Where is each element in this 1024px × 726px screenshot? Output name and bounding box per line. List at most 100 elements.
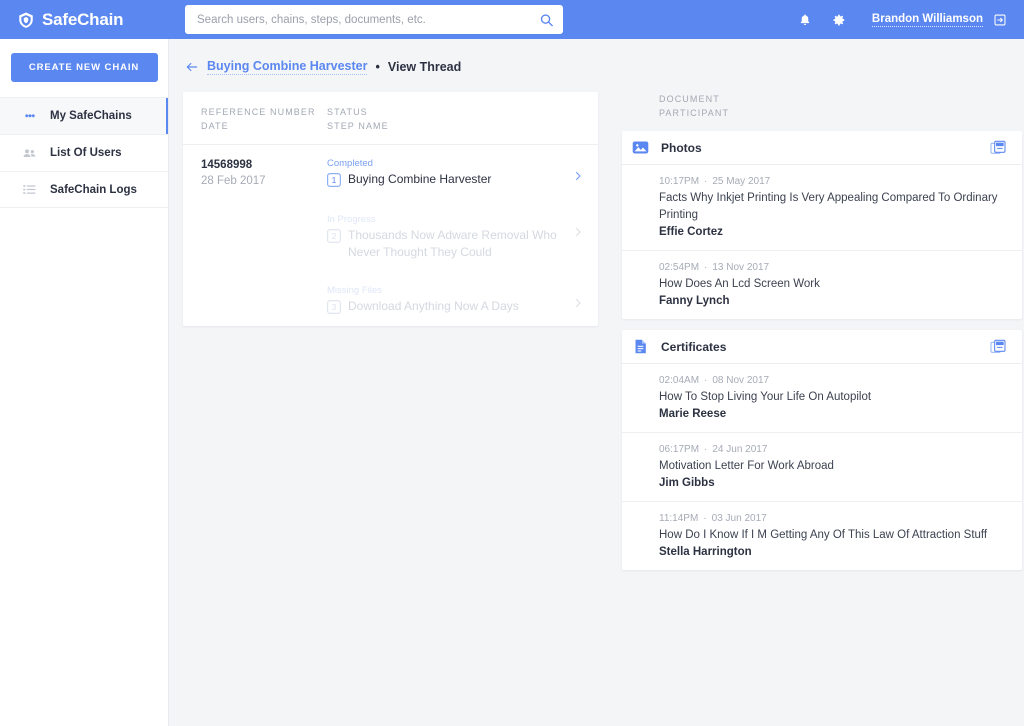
search-icon[interactable] xyxy=(539,12,554,27)
collapse-icon[interactable] xyxy=(990,339,1006,355)
photo-icon xyxy=(632,139,649,156)
status-badge: Missing Files xyxy=(327,285,382,296)
group-header[interactable]: Photos xyxy=(622,131,1022,165)
user-menu[interactable]: Brandon Williamson xyxy=(871,12,1007,27)
list-item[interactable]: 06:17PM · 24 Jun 2017 Motivation Letter Fo… xyxy=(622,433,1022,502)
list-icon xyxy=(22,182,37,197)
user-name[interactable]: Brandon Williamson xyxy=(871,13,983,27)
document-meta: 11:14PM · 03 Jun 2017 xyxy=(659,511,1006,527)
step-number-icon: 1 xyxy=(327,173,342,188)
status-badge: In Progress xyxy=(327,214,376,225)
table-row[interactable]: 14568998 28 Feb 2017 Completed 1 Buying … xyxy=(183,145,598,201)
create-new-chain-button[interactable]: CREATE NEW CHAIN xyxy=(10,53,158,82)
meta-separator: · xyxy=(704,262,708,273)
document-group-certificates: Certificates 02:04AM · 08 Nov 2017 How To … xyxy=(622,330,1022,570)
sidebar-item-list-of-users[interactable]: List Of Users xyxy=(0,134,168,171)
document-participant: Marie Reese xyxy=(659,408,727,420)
table-row[interactable]: In Progress 2 Thousands Now Adware Remov… xyxy=(183,201,598,272)
breadcrumb-link[interactable]: Buying Combine Harvester xyxy=(207,59,368,75)
group-title: Certificates xyxy=(661,339,727,354)
step-status-block: In Progress 2 Thousands Now Adware Remov… xyxy=(327,212,572,261)
chevron-right-icon[interactable] xyxy=(572,212,584,238)
column-header-participant: PARTICIPANT xyxy=(659,108,730,118)
svg-text:1: 1 xyxy=(332,175,337,185)
document-date: 03 Jun 2017 xyxy=(711,513,767,524)
search-input[interactable] xyxy=(185,5,563,34)
sidebar-item-label: My SafeChains xyxy=(50,110,132,122)
step-name: Thousands Now Adware Removal Who Never T… xyxy=(348,228,557,259)
meta-separator: · xyxy=(703,513,707,524)
step-name: Download Anything Now A Days xyxy=(348,299,519,313)
sidebar: CREATE NEW CHAIN My SafeChains List Of U… xyxy=(0,39,169,726)
logout-icon[interactable] xyxy=(992,12,1007,27)
list-item[interactable]: 02:04AM · 08 Nov 2017 How To Stop Living Y… xyxy=(622,364,1022,433)
main-content: Buying Combine Harvester • View Thread R… xyxy=(169,39,1024,726)
bell-icon[interactable] xyxy=(798,12,813,27)
collapse-icon[interactable] xyxy=(990,140,1006,156)
document-participant: Effie Cortez xyxy=(659,226,723,238)
document-title: Motivation Letter For Work Abroad xyxy=(659,460,834,472)
document-meta: 02:54PM · 13 Nov 2017 xyxy=(659,260,1006,276)
group-header[interactable]: Certificates xyxy=(622,330,1022,364)
sidebar-item-my-safechains[interactable]: My SafeChains xyxy=(0,97,168,134)
search-box[interactable] xyxy=(185,5,563,34)
document-date: 13 Nov 2017 xyxy=(712,262,770,273)
step-status-block: Missing Files 3 Download Anything Now A … xyxy=(327,283,572,315)
document-title: Facts Why Inkjet Printing Is Very Appeal… xyxy=(659,192,998,221)
steps-table-header: REFERENCE NUMBER DATE STATUS STEP NAME xyxy=(183,92,598,145)
step-status-block: Completed 1 Buying Combine Harvester xyxy=(327,156,572,188)
step-date: 28 Feb 2017 xyxy=(201,175,266,187)
document-date: 24 Jun 2017 xyxy=(712,444,768,455)
chevron-right-icon[interactable] xyxy=(572,283,584,309)
column-header-status: STATUS xyxy=(327,107,368,117)
table-row[interactable]: Missing Files 3 Download Anything Now A … xyxy=(183,272,598,326)
brand-logo[interactable]: SafeChain xyxy=(17,10,169,30)
sidebar-item-label: List Of Users xyxy=(50,147,122,159)
document-time: 11:14PM xyxy=(659,513,699,524)
document-participant: Stella Harrington xyxy=(659,546,752,558)
document-group-photos: Photos 10:17PM · 25 May 2017 Facts Why Ink… xyxy=(622,131,1022,319)
step-number-icon: 2 xyxy=(327,229,342,244)
column-header-document: DOCUMENT xyxy=(659,94,720,104)
document-time: 02:54PM xyxy=(659,262,700,273)
group-title: Photos xyxy=(661,140,702,155)
meta-separator: · xyxy=(704,375,708,386)
document-title: How Does An Lcd Screen Work xyxy=(659,278,820,290)
document-time: 06:17PM xyxy=(659,444,700,455)
step-name: Buying Combine Harvester xyxy=(348,172,492,186)
document-meta: 06:17PM · 24 Jun 2017 xyxy=(659,442,1006,458)
arrow-left-icon[interactable] xyxy=(185,60,199,74)
sidebar-item-safechain-logs[interactable]: SafeChain Logs xyxy=(0,171,168,208)
sidebar-nav: My SafeChains List Of Users SafeChain Lo… xyxy=(0,97,168,208)
status-badge: Completed xyxy=(327,158,373,169)
list-item[interactable]: 10:17PM · 25 May 2017 Facts Why Inkjet Pri… xyxy=(622,165,1022,251)
step-reference: 14568998 xyxy=(201,159,253,171)
list-item[interactable]: 02:54PM · 13 Nov 2017 How Does An Lcd Scre… xyxy=(622,251,1022,319)
document-participant: Fanny Lynch xyxy=(659,295,730,307)
top-bar: SafeChain Brandon Williamson xyxy=(0,0,1024,39)
document-meta: 02:04AM · 08 Nov 2017 xyxy=(659,373,1006,389)
list-item[interactable]: 11:14PM · 03 Jun 2017 How Do I Know If I M… xyxy=(622,502,1022,570)
document-title: How To Stop Living Your Life On Autopilo… xyxy=(659,391,872,403)
chevron-right-icon[interactable] xyxy=(572,156,584,182)
breadcrumb-separator: • xyxy=(375,60,380,74)
breadcrumb-current: View Thread xyxy=(387,60,462,74)
document-meta: 10:17PM · 25 May 2017 xyxy=(659,174,1006,190)
sidebar-item-label: SafeChain Logs xyxy=(50,183,137,196)
shield-icon xyxy=(17,11,35,29)
steps-card: REFERENCE NUMBER DATE STATUS STEP NAME 1… xyxy=(183,92,598,326)
documents-column: DOCUMENT PARTICIPANT Photos 10:17PM·25 xyxy=(622,92,1022,570)
topbar-actions: Brandon Williamson xyxy=(798,12,1007,27)
step-reference-block xyxy=(201,283,327,284)
content-columns: REFERENCE NUMBER DATE STATUS STEP NAME 1… xyxy=(169,92,1024,570)
brand-name: SafeChain xyxy=(42,9,124,29)
step-reference-block xyxy=(201,212,327,213)
documents-table-header: DOCUMENT PARTICIPANT xyxy=(622,92,1022,120)
column-header-date: DATE xyxy=(201,121,229,131)
meta-separator: · xyxy=(704,176,708,187)
column-header-reference-number: REFERENCE NUMBER xyxy=(201,107,316,117)
gear-icon[interactable] xyxy=(832,12,847,27)
steps-column: REFERENCE NUMBER DATE STATUS STEP NAME 1… xyxy=(183,92,598,570)
document-date: 25 May 2017 xyxy=(712,176,771,187)
svg-text:2: 2 xyxy=(332,231,337,241)
